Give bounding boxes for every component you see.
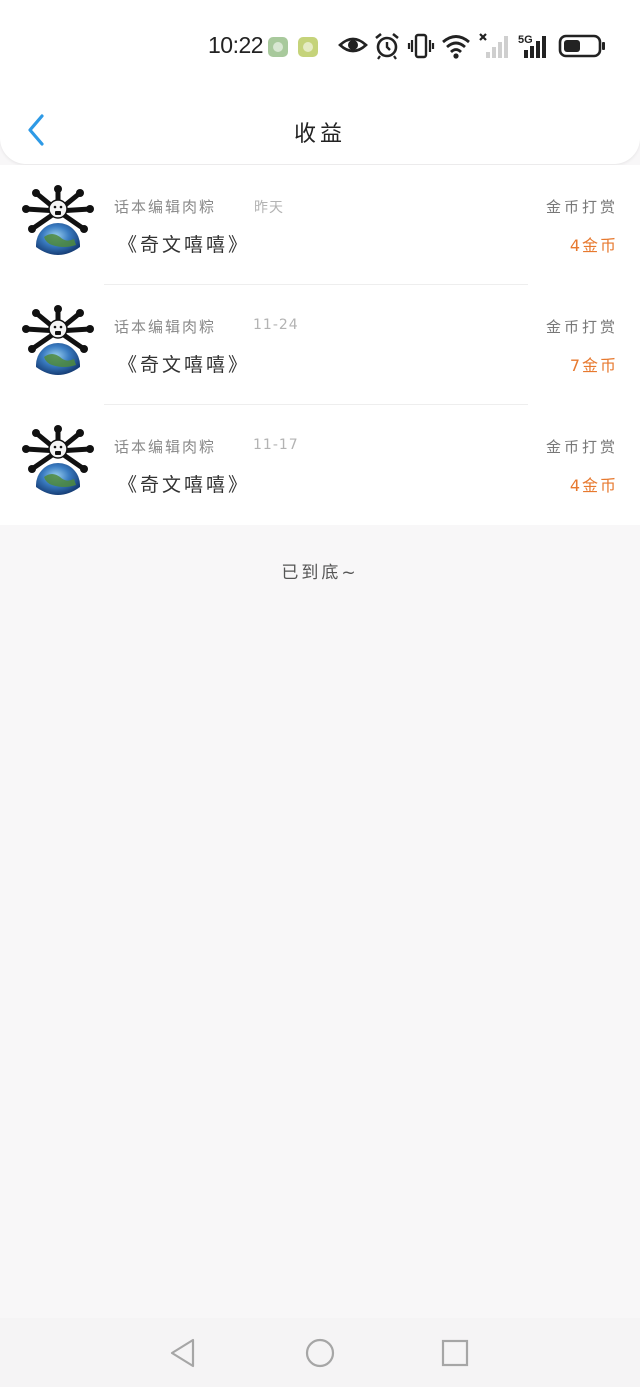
end-of-list-text: 已到底~: [281, 563, 359, 583]
list-item[interactable]: 话本编辑肉粽 11-24 《奇文嘻嘻》 金币打赏 7金币: [0, 285, 640, 405]
user-name: 话本编辑肉粽: [114, 318, 217, 336]
reward-amount: 7金币: [569, 356, 618, 375]
reward-amount: 4金币: [569, 236, 618, 255]
reward-type: 金币打赏: [545, 318, 618, 336]
reward-amount: 4金币: [569, 476, 618, 495]
title-bar: 收益: [0, 100, 640, 160]
record-time: 昨天: [254, 200, 284, 216]
record-time: 11-24: [253, 317, 299, 333]
book-title: 《奇文嘻嘻》: [118, 354, 251, 376]
alarm-icon: [375, 32, 399, 60]
header: 10:22 5G 收益: [0, 0, 640, 164]
reward-type: 金币打赏: [545, 438, 618, 456]
nav-home-icon[interactable]: [303, 1336, 337, 1370]
app-notification-icon: [298, 37, 318, 57]
list-item[interactable]: 话本编辑肉粽 昨天 《奇文嘻嘻》 金币打赏 4金币: [0, 165, 640, 285]
signal-5g-icon: 5G: [518, 34, 546, 58]
avatar[interactable]: [22, 185, 94, 263]
list-item[interactable]: 话本编辑肉粽 11-17 《奇文嘻嘻》 金币打赏 4金币: [0, 405, 640, 525]
user-name: 话本编辑肉粽: [114, 198, 217, 216]
nav-recents-icon[interactable]: [438, 1336, 472, 1370]
screen: 10:22 5G 收益 话本编辑肉粽 昨天 《奇文嘻嘻》 金币打赏 4金币 话本…: [0, 0, 640, 1387]
network-type-label: 5G: [518, 34, 533, 46]
avatar[interactable]: [22, 425, 94, 503]
reward-type: 金币打赏: [545, 198, 618, 216]
earnings-list: 话本编辑肉粽 昨天 《奇文嘻嘻》 金币打赏 4金币 话本编辑肉粽 11-24 《…: [0, 165, 640, 525]
navigation-bar: [0, 1318, 640, 1387]
wifi-icon: [442, 35, 470, 59]
status-bar: 10:22 5G: [0, 28, 640, 64]
book-title: 《奇文嘻嘻》: [118, 474, 251, 496]
eye-icon: [338, 37, 368, 53]
nav-back-icon[interactable]: [166, 1336, 200, 1370]
book-title: 《奇文嘻嘻》: [118, 234, 251, 256]
battery-icon: [558, 34, 605, 58]
vibrate-icon: [407, 33, 435, 59]
avatar[interactable]: [22, 305, 94, 383]
signal-no-service-icon: [479, 33, 508, 58]
page-title: 收益: [293, 122, 346, 147]
status-clock: 10:22: [208, 32, 264, 58]
user-name: 话本编辑肉粽: [114, 438, 217, 456]
app-notification-icon: [268, 37, 288, 57]
record-time: 11-17: [253, 437, 299, 453]
